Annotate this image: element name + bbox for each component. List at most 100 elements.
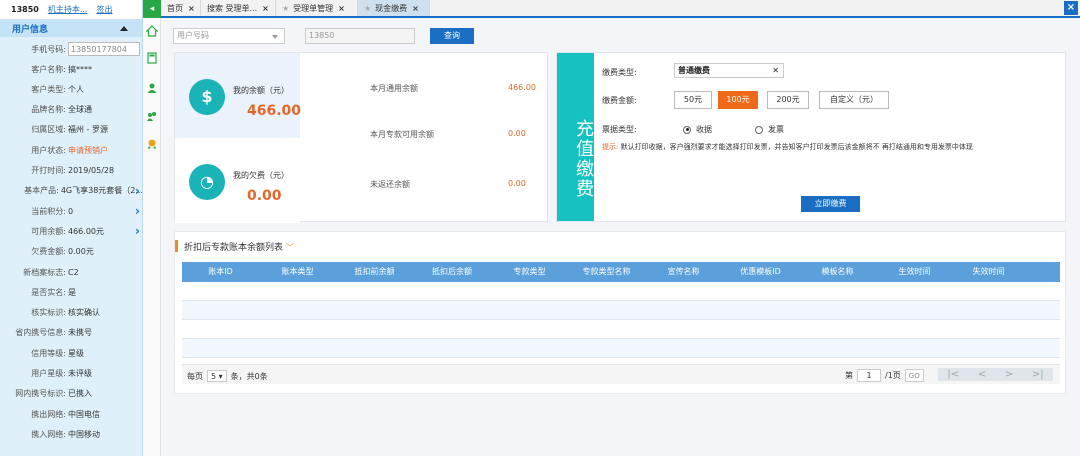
pay-type-value: 普通缴费 (678, 66, 710, 75)
amount-50-button[interactable]: 50元 (674, 91, 712, 109)
column-header: 账本类型 (281, 267, 314, 276)
column-header: 专款类型名称 (582, 267, 631, 276)
list-title[interactable]: 折扣后专款账本余额列表 ﹀ (175, 240, 294, 253)
close-all-tabs-icon[interactable]: × (1064, 1, 1078, 15)
info-label: 核实标识: (31, 308, 66, 318)
role-link[interactable]: 机主持本... (48, 4, 88, 15)
group-icon[interactable] (146, 110, 158, 122)
payment-card: 充值缴费 缴费类型: 普通缴费 ✕ 缴费金额: 50元 100元 200元 自定义… (556, 52, 1066, 222)
award-icon[interactable] (146, 138, 158, 150)
info-label: 携出网络: (31, 409, 66, 419)
column-header: 宣传名称 (667, 267, 700, 276)
info-label: 信用等级: (31, 348, 66, 358)
radio-receipt[interactable]: 收据 (683, 124, 712, 135)
table-row (182, 320, 1060, 339)
close-icon[interactable]: × (338, 4, 345, 13)
info-value: 中国移动 (68, 429, 100, 439)
user-info-header[interactable]: 用户信息 (0, 20, 142, 37)
tab-cash-payment[interactable]: ★ 现金缴费 × (358, 0, 430, 16)
special-balance-list: 折扣后专款账本余额列表 ﹀ 账本ID 账本类型 抵扣前余额 抵扣后余额 专款类型 专款类型名… (174, 231, 1066, 394)
logout-link[interactable]: 签出 (96, 4, 112, 15)
select-value: 用户号码 (177, 31, 209, 40)
tab-search-orders[interactable]: 搜索 受理单... × (201, 0, 276, 16)
radio-label: 发票 (768, 125, 784, 134)
info-value: 0 (68, 206, 74, 216)
go-button[interactable]: GO (904, 369, 924, 382)
close-icon[interactable]: × (412, 4, 419, 13)
close-icon[interactable]: × (262, 4, 269, 13)
info-row: 开打时间: 2019/05/28 (0, 161, 142, 181)
user-info-panel: 13850 机主持本... 签出 用户信息 手机号码: 客户名称:搞****客户… (0, 0, 143, 456)
user-icon[interactable] (146, 82, 158, 94)
tab-home[interactable]: 首页 × (161, 0, 201, 16)
last-page-icon[interactable]: >| (1032, 369, 1044, 380)
star-icon: ★ (282, 3, 290, 13)
my-balance-label: 我的余额（元） (233, 86, 289, 95)
pay-type-field[interactable]: 普通缴费 ✕ (674, 63, 784, 78)
info-row: 新档案标志: C2 (0, 262, 142, 282)
info-row: 携入网络: 中国移动 (0, 424, 142, 444)
page-nav: |< < > >| (938, 368, 1053, 381)
info-row: 用户星级: 未评级 (0, 364, 142, 384)
info-label: 省内携号信息: (15, 328, 66, 338)
tab-label: 首页 (167, 3, 183, 13)
table-row (182, 282, 1060, 301)
number-input[interactable]: 13850 (305, 28, 415, 44)
info-label: 可用余额: (31, 226, 66, 236)
phone-field[interactable] (68, 42, 140, 56)
my-arrears-label: 我的欠费（元） (233, 171, 289, 180)
radio-invoice[interactable]: 发票 (755, 124, 784, 135)
pay-now-button[interactable]: 立即缴费 (801, 196, 860, 212)
info-row-phone: 手机号码: (0, 39, 142, 59)
amount-200-button[interactable]: 200元 (767, 91, 809, 109)
info-value: 全球通 (68, 105, 92, 115)
chevron-right-icon[interactable]: › (135, 204, 140, 218)
column-header: 模板名称 (821, 267, 854, 276)
chevron-right-icon[interactable]: › (135, 184, 140, 198)
close-icon[interactable]: × (188, 4, 195, 13)
info-label: 手机号码: (31, 44, 66, 54)
pay-amount-label: 缴费金额: (602, 96, 637, 105)
chevron-down-icon[interactable]: ﹀ (286, 243, 294, 252)
balance-item-label: 本月通用余额 (370, 84, 418, 93)
info-label: 基本产品: (24, 186, 59, 196)
tab-label: 现金缴费 (375, 3, 408, 13)
balance-item: 未返还余额 0.00 (300, 149, 549, 205)
info-value: 福州 - 罗源 (68, 125, 108, 135)
amount-custom-button[interactable]: 自定义（元） (819, 91, 889, 109)
per-page-value: 5 (211, 372, 217, 381)
query-button[interactable]: 查询 (430, 28, 474, 44)
info-value: 4G飞享38元套餐（2... (60, 186, 143, 196)
payment-tip: 提示: 默认打印收据，客户强烈要求才能选择打印发票，并告知客户打印发票后该金额将… (602, 142, 973, 152)
per-page-select[interactable]: 5 ▾ (207, 370, 227, 382)
prev-page-icon[interactable]: < (978, 369, 986, 380)
chevron-down-icon (272, 35, 278, 39)
table-row (182, 301, 1060, 320)
info-value: 中国电信 (68, 409, 100, 419)
info-row: 核实标识: 核实确认 (0, 303, 142, 323)
info-label: 当前积分: (31, 206, 66, 216)
user-top-bar: 13850 机主持本... 签出 (0, 0, 142, 20)
next-page-icon[interactable]: > (1005, 369, 1013, 380)
info-value: 已携入 (68, 389, 92, 399)
pagination: 每页 5 ▾ 条，共0条 第 1 /1页 GO |< < > >| (182, 364, 1060, 384)
calculator-icon[interactable] (146, 52, 158, 64)
info-value: 未评级 (68, 369, 92, 378)
money-bag-icon: $ (189, 79, 225, 115)
info-value: 是 (68, 287, 76, 297)
my-balance-value: 466.00 (247, 103, 302, 119)
tab-order-management[interactable]: ★ 受理单管理 × (276, 0, 358, 16)
info-row: 当前积分: 0 › (0, 201, 142, 221)
payment-side-title: 充值缴费 (557, 53, 594, 221)
chevron-right-icon[interactable]: › (135, 224, 140, 238)
collapse-left-icon[interactable]: ◂ (143, 0, 161, 18)
number-type-select[interactable]: 用户号码 (173, 28, 285, 44)
balance-item-label: 本月专款可用余额 (370, 130, 434, 139)
column-header: 抵扣前余额 (354, 267, 395, 276)
first-page-icon[interactable]: |< (947, 369, 959, 380)
page-input[interactable]: 1 (857, 369, 881, 382)
home-icon[interactable] (146, 25, 158, 37)
amount-100-button[interactable]: 100元 (718, 91, 758, 109)
clear-icon[interactable]: ✕ (772, 64, 779, 77)
collapse-icon[interactable] (120, 26, 128, 31)
